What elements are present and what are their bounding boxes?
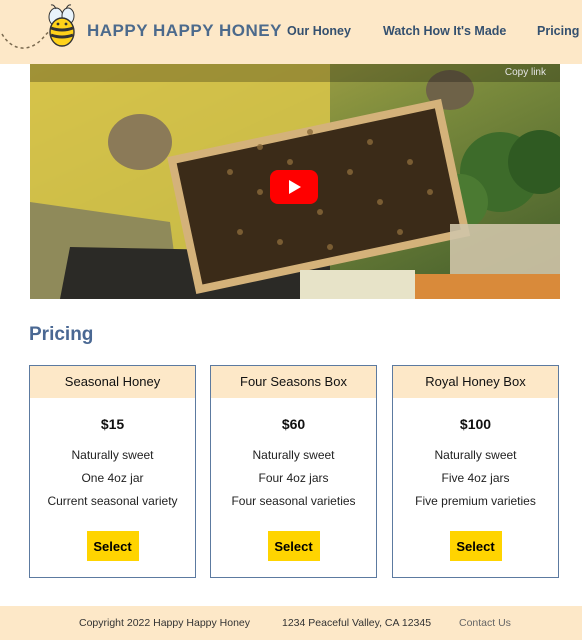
copy-link-button[interactable]: Copy link: [505, 67, 546, 78]
plan-feature: Five premium varieties: [415, 494, 536, 508]
plan-feature: Four 4oz jars: [258, 471, 329, 485]
select-four-seasons-button[interactable]: Select: [267, 531, 320, 561]
plan-price: $100: [459, 416, 492, 432]
nav-our-honey[interactable]: Our Honey: [287, 24, 351, 38]
plan-feature: One 4oz jar: [81, 471, 144, 485]
plan-feature: Four seasonal varieties: [231, 494, 356, 508]
plan-feature: Naturally sweet: [71, 448, 154, 462]
plan-feature: Naturally sweet: [434, 448, 517, 462]
nav-pricing[interactable]: Pricing: [537, 24, 579, 38]
bee-logo-icon[interactable]: [0, 4, 82, 60]
address-text: 1234 Peaceful Valley, CA 12345: [282, 617, 432, 629]
pricing-card-four-seasons: Four Seasons Box $60 Naturally sweet Fou…: [210, 365, 377, 578]
contact-us-link[interactable]: Contact Us: [459, 617, 511, 629]
plan-name: Four Seasons Box: [211, 366, 376, 398]
play-icon[interactable]: [270, 170, 318, 204]
select-seasonal-button[interactable]: Select: [86, 531, 139, 561]
site-header: HAPPY HAPPY HONEY Our Honey Watch How It…: [0, 0, 582, 64]
video-embed[interactable]: Copy link: [30, 52, 560, 299]
plan-feature: Five 4oz jars: [441, 471, 510, 485]
select-royal-button[interactable]: Select: [449, 531, 502, 561]
plan-name: Seasonal Honey: [30, 366, 195, 398]
pricing-title: Pricing: [29, 324, 94, 345]
brand-name[interactable]: HAPPY HAPPY HONEY: [87, 21, 282, 41]
site-footer: Copyright 2022 Happy Happy Honey 1234 Pe…: [0, 606, 582, 640]
nav-watch-how-its-made[interactable]: Watch How It's Made: [383, 24, 506, 38]
plan-feature: Current seasonal variety: [47, 494, 178, 508]
pricing-card-royal: Royal Honey Box $100 Naturally sweet Fiv…: [392, 365, 559, 578]
plan-price: $15: [100, 416, 125, 432]
plan-name: Royal Honey Box: [393, 366, 558, 398]
plan-price: $60: [281, 416, 306, 432]
pricing-card-seasonal: Seasonal Honey $15 Naturally sweet One 4…: [29, 365, 196, 578]
plan-feature: Naturally sweet: [252, 448, 335, 462]
copyright-text: Copyright 2022 Happy Happy Honey: [79, 617, 251, 629]
